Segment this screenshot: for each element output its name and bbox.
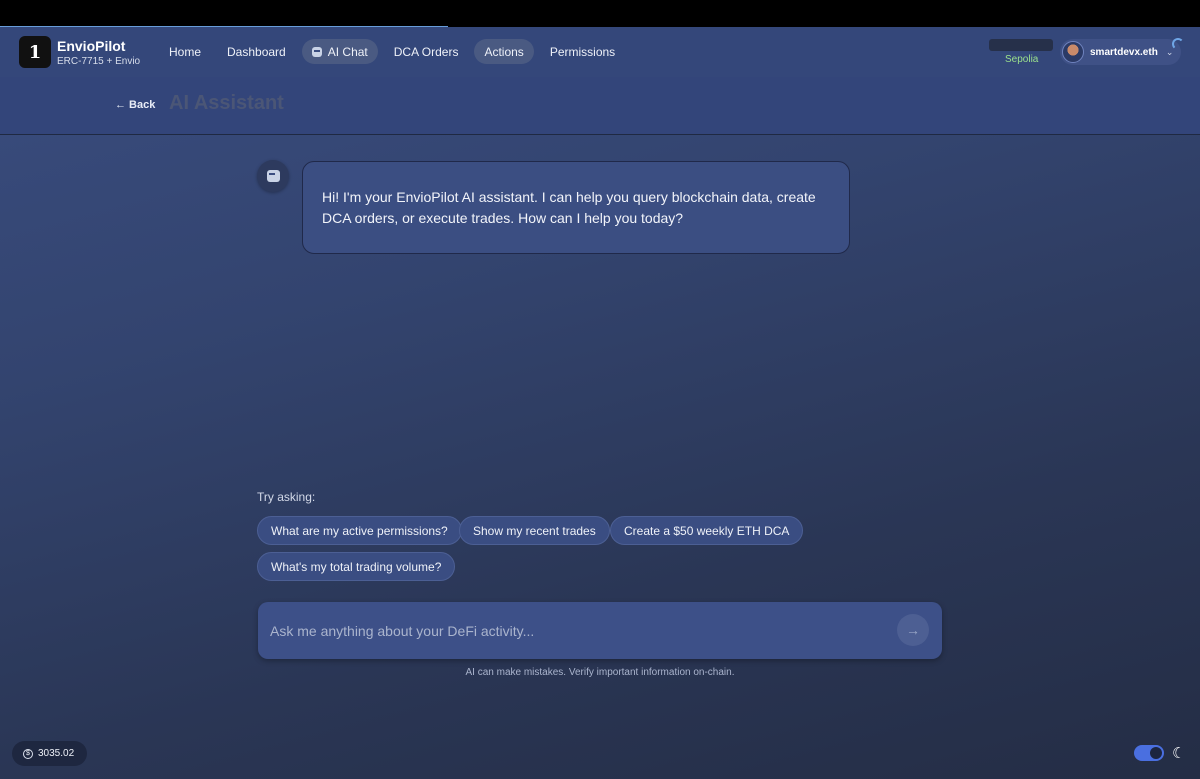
network-selector[interactable] [989, 39, 1053, 51]
disclaimer: AI can make mistakes. Verify important i… [465, 667, 735, 678]
brand-name: EnvioPilot [57, 38, 126, 54]
avatar [1062, 41, 1084, 63]
nav-permissions[interactable]: Permissions [540, 39, 625, 64]
brand-logo[interactable]: 1 [19, 36, 51, 68]
top-nav: 1 EnvioPilot ERC-7715 + Envio Home Dashb… [0, 27, 1200, 77]
suggestion-chip[interactable]: Create a $50 weekly ETH DCA [610, 516, 804, 545]
dollar-icon: $ [23, 748, 33, 759]
theme-toggle[interactable] [1134, 745, 1164, 761]
page-header: ← Back AI Assistant [0, 77, 1200, 135]
suggestion-chip[interactable]: Show my recent trades [459, 516, 610, 545]
nav-home[interactable]: Home [159, 39, 211, 64]
chat-input-container: → [258, 602, 942, 659]
chat-input[interactable] [270, 620, 890, 642]
assistant-avatar [257, 160, 289, 192]
robot-icon [311, 46, 322, 57]
moon-icon: ☾ [1172, 745, 1186, 762]
price-value: 3035.02 [38, 748, 75, 759]
brand: EnvioPilot ERC-7715 + Envio [57, 38, 140, 67]
account-name: smartdevx.eth [1090, 46, 1158, 58]
nav-ai-chat[interactable]: AI Chat [301, 39, 378, 64]
account-button[interactable]: smartdevx.eth ⌄ [1060, 39, 1181, 65]
loading-spinner-icon [1172, 38, 1184, 50]
network-label: Sepolia [1005, 54, 1039, 65]
suggestion-chip[interactable]: What's my total trading volume? [257, 552, 456, 581]
nav-actions[interactable]: Actions [474, 39, 534, 64]
suggestion-chip[interactable]: What are my active permissions? [257, 516, 462, 545]
page-title: AI Assistant [169, 92, 284, 114]
price-badge[interactable]: $ 3035.02 [12, 741, 87, 766]
send-button[interactable]: → [897, 614, 929, 646]
chevron-down-icon: ⌄ [1165, 46, 1174, 57]
nav-dashboard[interactable]: Dashboard [217, 39, 296, 64]
browser-top-bar [0, 0, 1200, 27]
assistant-message: Hi! I'm your EnvioPilot AI assistant. I … [302, 161, 850, 254]
nav-ai-chat-label: AI Chat [327, 44, 368, 59]
nav-dca-orders[interactable]: DCA Orders [384, 39, 469, 64]
suggestions-label: Try asking: [257, 490, 316, 504]
robot-icon [266, 170, 280, 182]
back-button[interactable]: ← Back [115, 99, 155, 111]
main-nav: Home Dashboard AI Chat DCA Orders Action… [159, 39, 625, 64]
arrow-right-icon: → [906, 622, 920, 638]
brand-subtitle: ERC-7715 + Envio [57, 56, 141, 67]
